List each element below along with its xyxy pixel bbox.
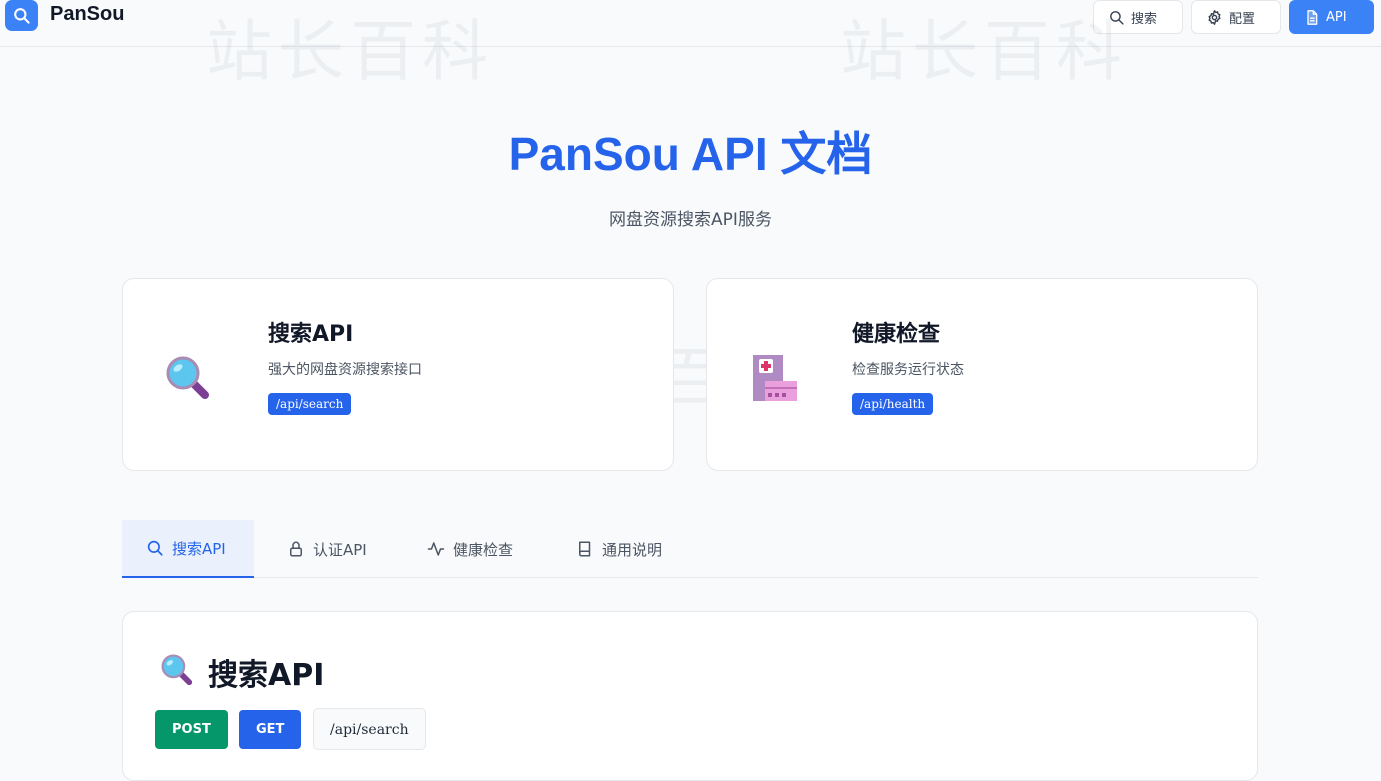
nav-api-label: API — [1326, 9, 1347, 25]
nav-search-button[interactable]: 搜索 — [1093, 0, 1183, 34]
search-icon — [1110, 10, 1124, 25]
document-icon — [1307, 9, 1318, 25]
page-subtitle: 网盘资源搜索API服务 — [609, 210, 772, 230]
gear-icon — [1208, 9, 1221, 25]
hospital-icon — [753, 355, 797, 401]
nav-api-button[interactable]: API — [1289, 0, 1374, 34]
lock-icon — [290, 541, 302, 557]
endpoint-path: /api/search — [313, 708, 426, 750]
activity-icon — [427, 542, 445, 556]
endpoint-badge: /api/search — [268, 393, 352, 415]
search-icon — [147, 540, 163, 556]
tab-health-check[interactable]: 健康检查 — [403, 520, 537, 578]
tab-general-notes[interactable]: 通用说明 — [552, 520, 686, 578]
endpoint-badge: /api/health — [852, 393, 934, 415]
tab-search-api[interactable]: 搜索API — [122, 520, 254, 578]
search-api-section: 搜索API POST GET /api/search — [122, 611, 1258, 781]
tab-label: 认证API — [313, 540, 367, 559]
tab-label: 通用说明 — [602, 540, 663, 559]
nav-config-button[interactable]: 配置 — [1191, 0, 1281, 34]
method-get-badge: GET — [239, 710, 302, 749]
tab-bar: 搜索API 认证API 健康检查 通用说明 — [122, 520, 1258, 578]
brand-name[interactable]: PanSou — [50, 3, 124, 26]
top-navigation-bar: PanSou 搜索 配置 API — [0, 0, 1381, 47]
logo[interactable] — [5, 0, 38, 31]
nav-config-label: 配置 — [1229, 11, 1256, 27]
tab-label: 健康检查 — [453, 540, 514, 559]
search-api-card[interactable]: 搜索API 强大的网盘资源搜索接口 /api/search — [122, 278, 674, 471]
magnifying-glass-icon — [166, 356, 209, 399]
magnifying-glass-icon — [161, 654, 193, 686]
method-post-badge: POST — [155, 710, 228, 749]
card-description: 检查服务运行状态 — [852, 362, 964, 378]
search-icon — [14, 8, 30, 24]
book-icon — [579, 541, 591, 557]
card-description: 强大的网盘资源搜索接口 — [268, 362, 422, 378]
page-title: PanSou API 文档 — [508, 128, 873, 180]
health-check-card[interactable]: 健康检查 检查服务运行状态 /api/health — [706, 278, 1258, 471]
nav-search-label: 搜索 — [1131, 11, 1158, 27]
tab-label: 搜索API — [172, 539, 226, 558]
card-title: 健康检查 — [852, 322, 941, 347]
card-title: 搜索API — [268, 322, 354, 347]
tab-auth-api[interactable]: 认证API — [263, 520, 391, 578]
section-title: 搜索API — [208, 658, 325, 693]
